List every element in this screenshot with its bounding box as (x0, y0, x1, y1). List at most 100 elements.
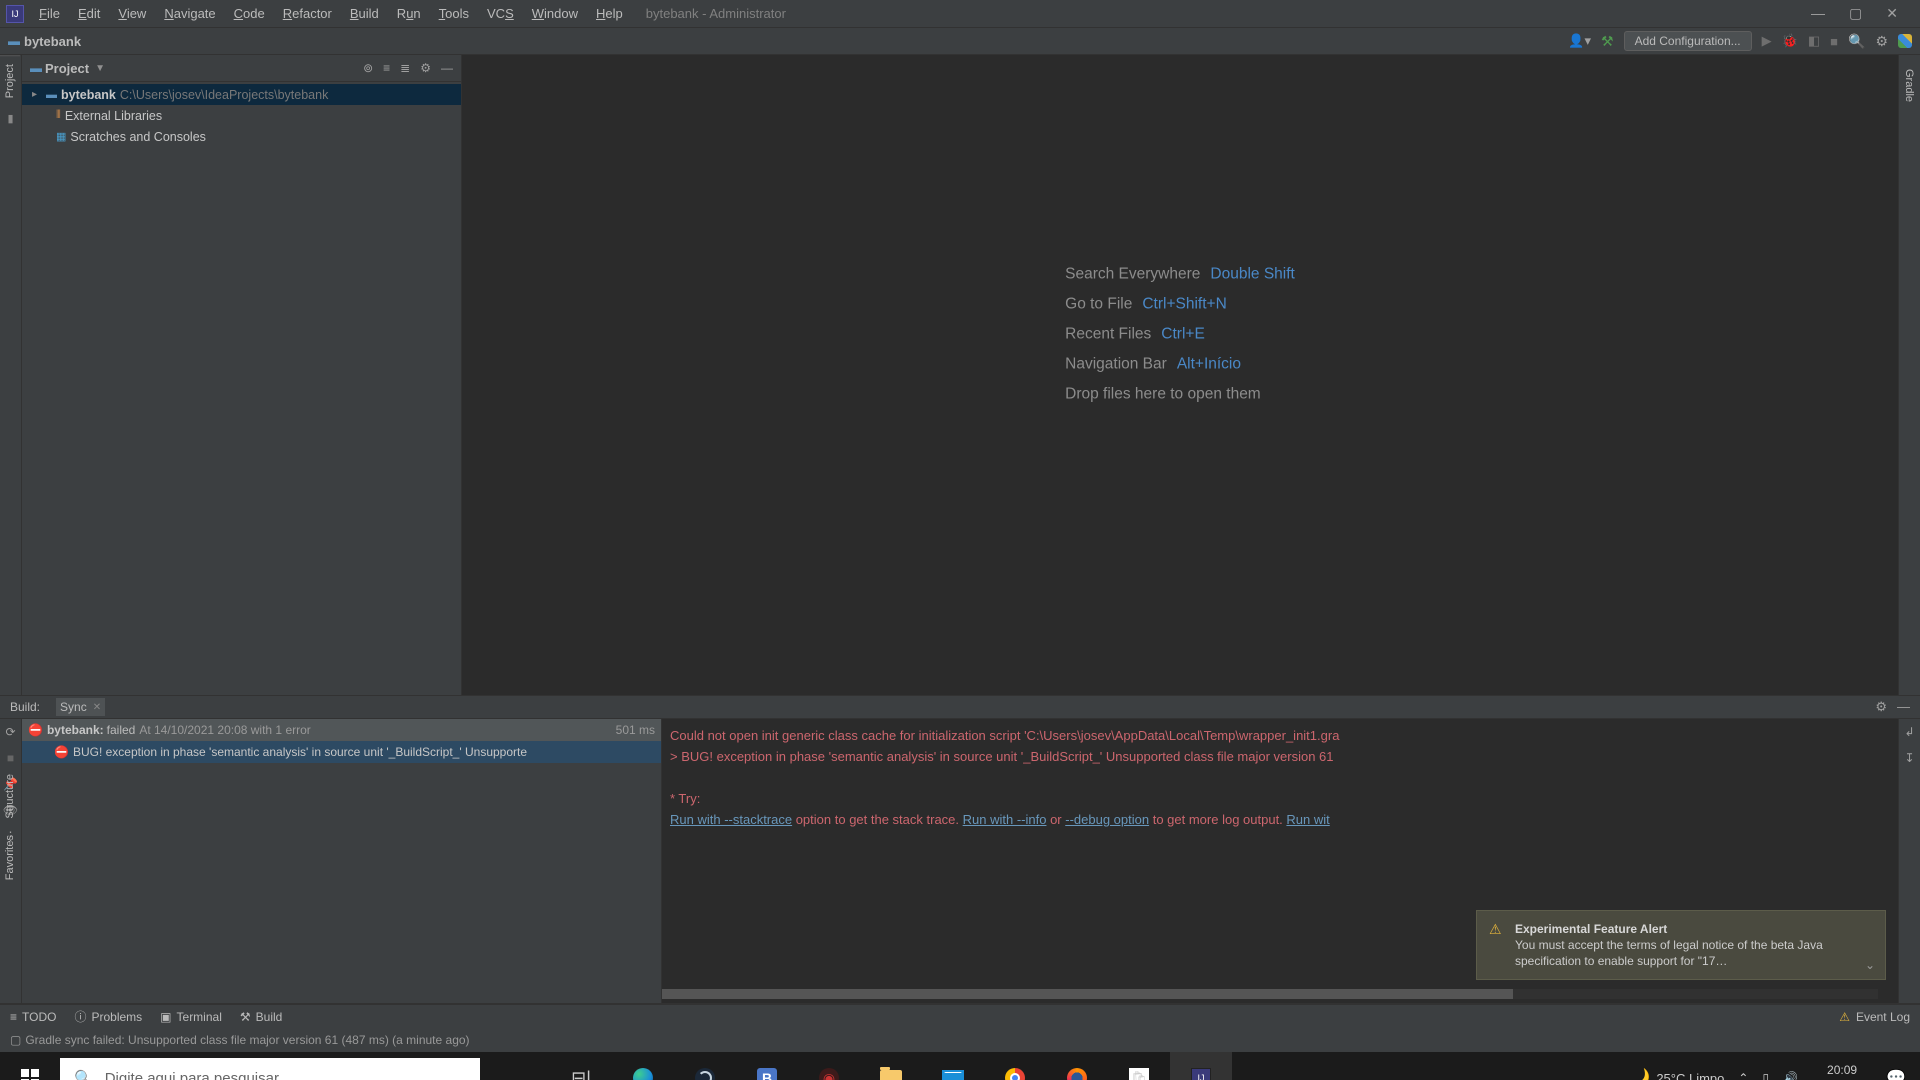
left-gutter: Project ▮ (0, 55, 22, 695)
build-tab[interactable]: ⚒ Build (240, 1010, 282, 1024)
search-placeholder: Digite aqui para pesquisar (105, 1070, 279, 1080)
terminal-tab[interactable]: ▣ Terminal (160, 1010, 222, 1024)
menu-navigate[interactable]: Navigate (157, 4, 222, 23)
mail-icon[interactable] (922, 1052, 984, 1080)
structure-tool-tab[interactable]: Structure (0, 770, 20, 823)
steam-icon[interactable] (674, 1052, 736, 1080)
info-link[interactable]: Run with --info (963, 812, 1047, 827)
tree-root[interactable]: ▸ ▬ bytebank C:\Users\josev\IdeaProjects… (22, 84, 461, 105)
menu-tools[interactable]: Tools (432, 4, 476, 23)
menu-code[interactable]: Code (227, 4, 272, 23)
maximize-icon[interactable]: ▢ (1849, 5, 1862, 22)
tree-external-libs[interactable]: ⦀ External Libraries (22, 105, 461, 126)
menu-edit[interactable]: Edit (71, 4, 107, 23)
expand-icon[interactable]: ≡ (383, 61, 390, 75)
clock[interactable]: 20:09 14/10/2021 (1812, 1063, 1872, 1080)
library-icon: ⦀ (56, 109, 61, 122)
event-log-tab[interactable]: Event Log (1856, 1010, 1910, 1024)
build-tree-root[interactable]: ⛔ bytebank: failed At 14/10/2021 20:08 w… (22, 719, 661, 741)
gear-icon[interactable]: ⚙ (1875, 699, 1887, 715)
chrome-icon[interactable] (984, 1052, 1046, 1080)
edge-icon[interactable] (612, 1052, 674, 1080)
minimize-icon[interactable]: — (1811, 5, 1825, 22)
volume-icon[interactable]: 🔊 (1783, 1071, 1798, 1080)
editor-empty[interactable]: Search EverywhereDouble Shift Go to File… (462, 55, 1898, 695)
project-panel-title[interactable]: Project (45, 61, 89, 76)
problems-tab[interactable]: ⓘ Problems (74, 1008, 142, 1025)
stop-icon[interactable]: ■ (1830, 34, 1838, 49)
start-button[interactable] (0, 1052, 60, 1080)
gear-icon[interactable]: ⚙ (420, 61, 431, 75)
build-tree: ⛔ bytebank: failed At 14/10/2021 20:08 w… (22, 719, 662, 1003)
menu-window[interactable]: Window (525, 4, 585, 23)
scrollbar-horizontal[interactable] (662, 989, 1878, 999)
project-tool-tab[interactable]: Project (0, 55, 20, 106)
wrap-icon[interactable]: ↲ (1904, 725, 1914, 739)
task-view-icon[interactable] (488, 1052, 550, 1080)
code-with-me-icon[interactable] (1898, 34, 1912, 48)
build-hammer-icon[interactable]: ⚒ (1601, 33, 1614, 50)
hint-navbar: Navigation BarAlt+Início (1065, 356, 1295, 374)
coverage-icon[interactable]: ◧ (1808, 33, 1820, 49)
tree-scratches[interactable]: ▦ Scratches and Consoles (22, 126, 461, 147)
collapse-icon[interactable]: ≣ (400, 61, 410, 75)
target-icon[interactable]: ⊚ (363, 61, 373, 75)
close-tab-icon[interactable]: ✕ (93, 702, 101, 713)
breadcrumb[interactable]: bytebank (24, 34, 81, 49)
gear-icon[interactable]: ⚙ (1875, 33, 1888, 50)
project-panel: ▬ Project ▼ ⊚ ≡ ≣ ⚙ — ▸ ▬ bytebank C:\Us… (22, 55, 462, 695)
chevron-right-icon[interactable]: ▸ (32, 89, 46, 100)
tray-chevron-icon[interactable]: ⌃ (1738, 1071, 1748, 1080)
user-icon[interactable]: 👤▾ (1568, 33, 1591, 49)
menu-build[interactable]: Build (343, 4, 386, 23)
bookmarks-icon[interactable]: ▮ (0, 106, 21, 131)
menu-run[interactable]: Run (390, 4, 428, 23)
app-b-icon[interactable]: B (736, 1052, 798, 1080)
menu-vcs[interactable]: VCS (480, 4, 521, 23)
error-icon: ⛔ (28, 723, 43, 737)
explorer-icon[interactable] (860, 1052, 922, 1080)
menu-file[interactable]: File (32, 4, 67, 23)
sync-tab[interactable]: Sync✕ (56, 698, 105, 716)
left-gutter-lower: Structure Favorites (0, 720, 22, 884)
stacktrace-link[interactable]: Run with --stacktrace (670, 812, 792, 827)
debug-link[interactable]: --debug option (1065, 812, 1149, 827)
run-icon[interactable]: ▶ (1762, 33, 1772, 49)
intellij-icon[interactable]: IJ (1170, 1052, 1232, 1080)
scroll-end-icon[interactable]: ↧ (1904, 751, 1914, 765)
weather-widget[interactable]: 🌙 25°C Limpo (1629, 1068, 1724, 1080)
hide-icon[interactable]: — (1897, 699, 1910, 715)
menu-help[interactable]: Help (589, 4, 630, 23)
search-icon[interactable]: 🔍 (1848, 33, 1865, 50)
menu-refactor[interactable]: Refactor (276, 4, 339, 23)
debug-icon[interactable]: 🐞 (1782, 33, 1798, 49)
todo-tab[interactable]: ≡ TODO (10, 1010, 56, 1024)
battery-icon[interactable]: ▯ (1762, 1071, 1769, 1080)
menu-view[interactable]: View (111, 4, 153, 23)
close-icon[interactable]: ✕ (1886, 5, 1898, 22)
right-gutter: Gradle (1898, 55, 1920, 695)
scan-link[interactable]: Run wit (1286, 812, 1329, 827)
chevron-down-icon[interactable]: ⌄ (1865, 957, 1875, 973)
add-configuration-button[interactable]: Add Configuration... (1624, 31, 1752, 51)
chevron-down-icon[interactable]: ▼ (95, 63, 105, 74)
msstore-icon[interactable] (1108, 1052, 1170, 1080)
build-label: Build: (10, 700, 40, 714)
notifications-icon[interactable]: 💬2 (1886, 1068, 1906, 1080)
output-line: * Try: (670, 788, 1890, 809)
app-logo: IJ (6, 5, 24, 23)
build-tree-error-row[interactable]: ⛔ BUG! exception in phase 'semantic anal… (22, 741, 661, 763)
notification-popup[interactable]: ⚠ Experimental Feature Alert You must ac… (1476, 910, 1886, 980)
status-icon[interactable]: ▢ (10, 1033, 21, 1047)
build-right-gutter: ↲ ↧ (1898, 719, 1920, 1003)
cortana-icon[interactable]: ⊟| (550, 1052, 612, 1080)
app-red-icon[interactable]: ◉ (798, 1052, 860, 1080)
taskbar-search[interactable]: 🔍 Digite aqui para pesquisar (60, 1058, 480, 1080)
output-line: > BUG! exception in phase 'semantic anal… (670, 746, 1890, 767)
menubar: IJ File Edit View Navigate Code Refactor… (0, 0, 1920, 28)
hide-icon[interactable]: — (441, 61, 453, 75)
favorites-tool-tab[interactable]: Favorites (0, 831, 20, 884)
firefox-icon[interactable] (1046, 1052, 1108, 1080)
bottom-toolbar: ≡ TODO ⓘ Problems ▣ Terminal ⚒ Build ⚠ E… (0, 1004, 1920, 1028)
gradle-tool-tab[interactable]: Gradle (1899, 61, 1919, 110)
